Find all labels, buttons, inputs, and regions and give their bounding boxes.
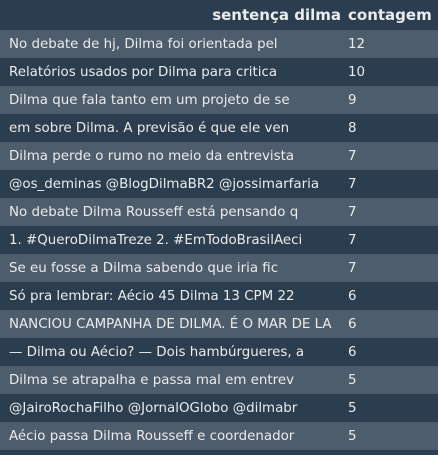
cell-contagem: 7 (341, 170, 438, 198)
cell-contagem: 10 (341, 58, 438, 86)
column-header-contagem: contagem (341, 0, 438, 30)
table-row: @JairoRochaFilho @JornalOGlobo @dilmabr 5 (0, 394, 438, 422)
cell-sentenca: Aécio passa Dilma Rousseff e coordenador (0, 422, 341, 450)
cell-contagem: 7 (341, 198, 438, 226)
cell-contagem: 5 (341, 394, 438, 422)
cell-sentenca: Se eu fosse a Dilma sabendo que iria fic (0, 254, 341, 282)
table-row: Dilma que fala tanto em um projeto de se… (0, 86, 438, 114)
table-row: Relatórios usados por Dilma para critica… (0, 58, 438, 86)
cell-contagem: 7 (341, 254, 438, 282)
table-row: Só pra lembrar: Aécio 45 Dilma 13 CPM 22… (0, 282, 438, 310)
cell-contagem: 7 (341, 226, 438, 254)
cell-sentenca: No debate de hj, Dilma foi orientada pel (0, 30, 341, 58)
cell-sentenca: 1. #QueroDilmaTreze 2. #EmTodoBrasilAeci (0, 226, 341, 254)
header-row: sentença dilma contagem (0, 0, 438, 30)
cell-contagem: 8 (341, 114, 438, 142)
data-table: sentença dilma contagem No debate de hj,… (0, 0, 438, 450)
table-row: No debate Dilma Rousseff está pensando q… (0, 198, 438, 226)
table-row: Se eu fosse a Dilma sabendo que iria fic… (0, 254, 438, 282)
cell-sentenca: Relatórios usados por Dilma para critica (0, 58, 341, 86)
cell-sentenca: @JairoRochaFilho @JornalOGlobo @dilmabr (0, 394, 341, 422)
table-row: 1. #QueroDilmaTreze 2. #EmTodoBrasilAeci… (0, 226, 438, 254)
cell-sentenca: Só pra lembrar: Aécio 45 Dilma 13 CPM 22 (0, 282, 341, 310)
cell-sentenca: NANCIOU CAMPANHA DE DILMA. É O MAR DE LA (0, 310, 341, 338)
cell-contagem: 6 (341, 282, 438, 310)
table-row: NANCIOU CAMPANHA DE DILMA. É O MAR DE LA… (0, 310, 438, 338)
cell-sentenca: No debate Dilma Rousseff está pensando q (0, 198, 341, 226)
table-row: Dilma perde o rumo no meio da entrevista… (0, 142, 438, 170)
cell-contagem: 9 (341, 86, 438, 114)
table-body: No debate de hj, Dilma foi orientada pel… (0, 30, 438, 450)
table-header: sentença dilma contagem (0, 0, 438, 30)
cell-sentenca: @os_deminas @BlogDilmaBR2 @jossimarfaria (0, 170, 341, 198)
table-row: em sobre Dilma. A previsão é que ele ven… (0, 114, 438, 142)
cell-contagem: 12 (341, 30, 438, 58)
cell-sentenca: em sobre Dilma. A previsão é que ele ven (0, 114, 341, 142)
column-header-sentenca: sentença dilma (0, 0, 341, 30)
table-row: Dilma se atrapalha e passa mal em entrev… (0, 366, 438, 394)
cell-sentenca: Dilma perde o rumo no meio da entrevista (0, 142, 341, 170)
cell-sentenca: Dilma se atrapalha e passa mal em entrev (0, 366, 341, 394)
cell-contagem: 6 (341, 310, 438, 338)
cell-contagem: 7 (341, 142, 438, 170)
cell-sentenca: Dilma que fala tanto em um projeto de se (0, 86, 341, 114)
table-row: Aécio passa Dilma Rousseff e coordenador… (0, 422, 438, 450)
cell-contagem: 5 (341, 422, 438, 450)
table-row: @os_deminas @BlogDilmaBR2 @jossimarfaria… (0, 170, 438, 198)
cell-contagem: 6 (341, 338, 438, 366)
cell-sentenca: — Dilma ou Aécio? — Dois hambúrgueres, a (0, 338, 341, 366)
table-row: — Dilma ou Aécio? — Dois hambúrgueres, a… (0, 338, 438, 366)
cell-contagem: 5 (341, 366, 438, 394)
table-row: No debate de hj, Dilma foi orientada pel… (0, 30, 438, 58)
